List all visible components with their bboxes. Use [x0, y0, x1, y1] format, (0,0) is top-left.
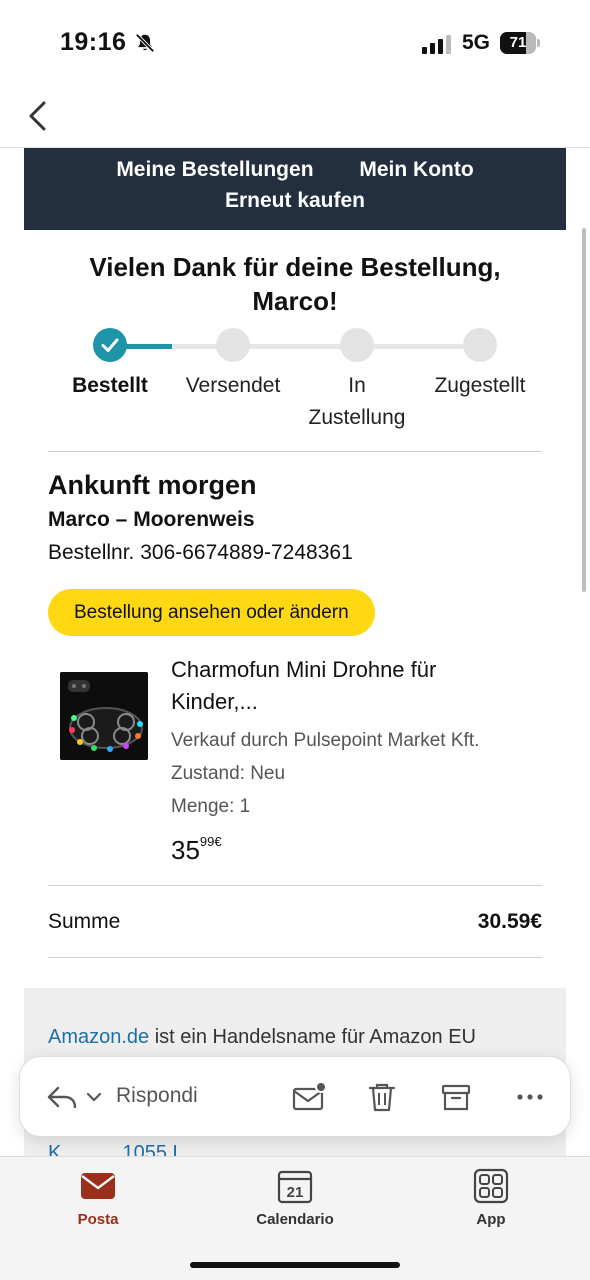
step-delivered-label: Zugestellt [434, 374, 526, 397]
amazon-header: Meine Bestellungen Mein Konto Erneut kau… [24, 148, 566, 230]
order-number: Bestellnr. 306-6674889-7248361 [48, 541, 353, 564]
tab-mail-label: Posta [77, 1211, 119, 1228]
more-icon[interactable] [512, 1079, 548, 1115]
price-fraction: 99€ [199, 834, 222, 849]
envelope-icon [81, 1173, 115, 1199]
bell-slash-icon [135, 33, 155, 53]
product-image[interactable] [60, 672, 148, 760]
reply-icon[interactable] [44, 1079, 80, 1115]
price-main: 35 [171, 835, 200, 865]
order-progress-tracker: Bestellt Versendet In Zustellung Zugeste… [48, 328, 542, 438]
home-indicator[interactable] [190, 1262, 400, 1268]
summary-value: 30.59€ [477, 910, 542, 933]
email-body: Meine Bestellungen Mein Konto Erneut kau… [0, 148, 590, 1158]
chevron-left-icon[interactable] [24, 94, 54, 138]
product-condition: Zustand: Neu [171, 763, 286, 784]
divider [48, 885, 542, 886]
step-ordered-dot [93, 328, 127, 362]
summary-label: Summe [48, 910, 121, 933]
tab-mail[interactable]: Posta [38, 1167, 158, 1231]
product-title-line-1: Charmofun Mini Drohne für [171, 657, 437, 682]
footer-text: Amazon.de ist ein Handelsname für Amazon… [48, 1022, 548, 1052]
step-in-delivery-label: In Zustellung [287, 370, 427, 434]
view-order-button[interactable]: Bestellung ansehen oder ändern [48, 589, 375, 636]
drone-image [60, 672, 148, 760]
amazon-link[interactable]: Amazon.de [48, 1026, 149, 1048]
my-orders-link[interactable]: Meine Bestellungen [116, 158, 313, 181]
archive-icon[interactable] [438, 1079, 474, 1115]
step-delivered-dot [463, 328, 497, 362]
trash-icon[interactable] [364, 1079, 400, 1115]
envelope-unread-icon[interactable] [290, 1079, 326, 1115]
recipient-name: Marco – Moorenweis [48, 508, 255, 531]
divider [48, 451, 542, 452]
scrollbar[interactable] [582, 228, 586, 592]
network-type: 5G [462, 31, 491, 54]
product-price: 3599€ [171, 834, 222, 866]
thanks-line-2: Marco! [252, 286, 338, 316]
status-time: 19:16 [60, 28, 127, 56]
calendar-day: 21 [287, 1184, 304, 1201]
battery-percent: 71 [509, 34, 527, 51]
product-title-line-2: Kinder,... [171, 689, 258, 714]
calendar-icon: 21 [277, 1170, 313, 1204]
status-bar: 19:16 5G 71 [0, 0, 590, 88]
thanks-heading: Vielen Dank für deine Bestellung, Marco! [40, 250, 550, 318]
nav-header [0, 88, 590, 148]
product-title[interactable]: Charmofun Mini Drohne für Kinder,... [171, 654, 511, 718]
reply-label[interactable]: Rispondi [116, 1084, 198, 1108]
step-shipped-dot [216, 328, 250, 362]
step-in-delivery-line-2: Zustellung [308, 406, 406, 429]
product-seller: Verkauf durch Pulsepoint Market Kft. [171, 730, 480, 751]
arrival-heading: Ankunft morgen [48, 470, 257, 500]
tab-apps-label: App [476, 1211, 506, 1228]
step-in-delivery-dot [340, 328, 374, 362]
step-ordered-label: Bestellt [72, 374, 148, 397]
buy-again-link[interactable]: Erneut kaufen [225, 189, 365, 212]
reply-toolbar: Rispondi [19, 1056, 571, 1137]
thanks-line-1: Vielen Dank für deine Bestellung, [89, 252, 501, 282]
product-quantity: Menge: 1 [171, 796, 251, 817]
battery-icon: 71 [500, 32, 540, 54]
check-icon [101, 338, 119, 352]
tab-calendar[interactable]: 21 Calendario [235, 1167, 355, 1231]
chevron-down-icon[interactable] [84, 1079, 104, 1115]
footer-text-body: ist ein Handelsname für Amazon EU [149, 1026, 476, 1048]
step-shipped-label: Versendet [185, 374, 281, 397]
step-in-delivery-line-1: In [348, 374, 366, 397]
tab-bar: Posta 21 Calendario App [0, 1156, 590, 1280]
apps-grid-icon [473, 1168, 509, 1204]
tab-calendar-label: Calendario [256, 1211, 334, 1228]
tab-apps[interactable]: App [431, 1167, 551, 1231]
my-account-link[interactable]: Mein Konto [359, 158, 473, 181]
divider [48, 957, 542, 958]
signal-icon [422, 35, 451, 54]
